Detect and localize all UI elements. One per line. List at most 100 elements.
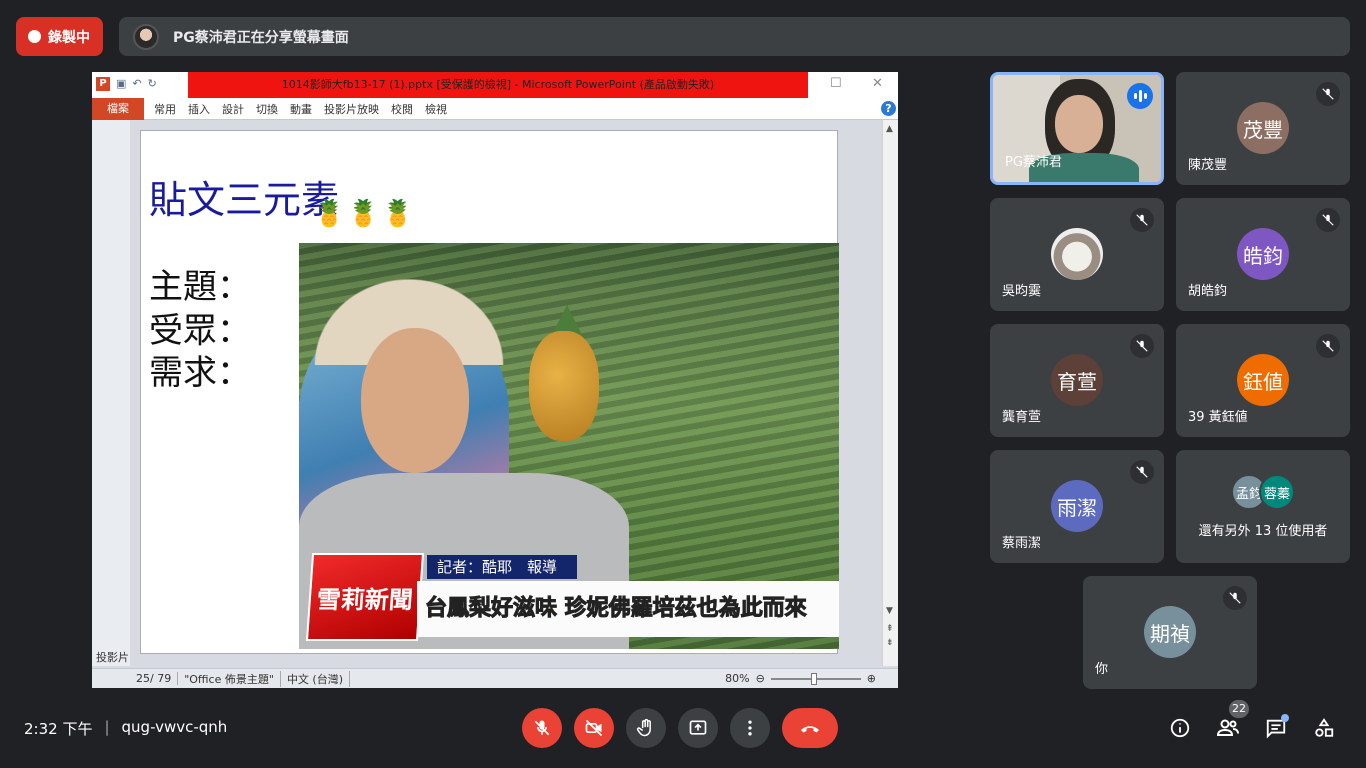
avatar: 皓鈞 [1237, 228, 1289, 280]
screen-share-banner: PG蔡沛君正在分享螢幕畫面 [119, 17, 1350, 56]
redo-icon: ↻ [147, 77, 157, 90]
quick-access-toolbar: P ▣ ↶ ↻ [96, 77, 157, 91]
meeting-info: 2:32 下午 | qug-vwvc-qnh [24, 718, 227, 739]
slide-counter: 25/ 79 [130, 672, 179, 685]
raise-hand-icon [636, 718, 651, 737]
record-dot-icon [28, 30, 41, 43]
pineapple-icons: 🍍🍍🍍 [313, 199, 417, 229]
close-icon: ✕ [872, 76, 883, 91]
participant-tile[interactable]: 鈺値 39 黃鈺値 [1176, 324, 1350, 437]
mic-off-icon [1130, 334, 1154, 358]
slide-scrollbar: ▲ ▼ ⇞ ⇟ [882, 120, 898, 666]
people-icon [1216, 719, 1239, 736]
avatar: 蓉蓁 [1259, 474, 1295, 510]
slide-canvas: 貼文三元素 🍍🍍🍍 主題： 受眾： 需求： 雪莉新聞 記者：酷耶 報導 台鳳梨好… [140, 130, 839, 654]
camera-toggle-button[interactable] [574, 708, 614, 748]
avatar: 雨潔 [1051, 480, 1103, 532]
recording-badge[interactable]: 錄製中 [16, 17, 103, 56]
powerpoint-logo-icon: P [96, 77, 110, 91]
participant-name: 吳昀霙 [1002, 284, 1042, 299]
speaking-indicator-icon [1127, 83, 1153, 109]
participant-tile[interactable]: 吳昀霙 [990, 198, 1164, 311]
info-icon [1170, 718, 1190, 738]
tab-file: 檔案 [92, 97, 144, 120]
present-button[interactable] [678, 708, 718, 748]
zoom-slider [770, 672, 861, 685]
slide-title: 貼文三元素 [149, 178, 340, 222]
more-vert-icon [748, 720, 752, 736]
call-end-icon [801, 726, 819, 733]
share-banner-text: PG蔡沛君正在分享螢幕畫面 [173, 29, 349, 46]
avatar: 期禎 [1144, 606, 1196, 658]
zoom-level: 80% [725, 672, 750, 685]
participant-name: 龔育萱 [1002, 410, 1042, 425]
avatar: 育萱 [1051, 354, 1103, 406]
tab-insert: 插入 [188, 102, 210, 116]
slide-photo: 雪莉新聞 記者：酷耶 報導 台鳳梨好滋味 珍妮佛羅培茲也為此而來 [299, 243, 839, 649]
self-tile[interactable]: 期禎 你 [1083, 576, 1257, 689]
mic-toggle-button[interactable] [522, 708, 562, 748]
participant-tile-presenter[interactable]: PG蔡沛君 [990, 72, 1164, 185]
camera-off-icon [585, 719, 603, 737]
language: 中文 (台灣) [281, 670, 351, 687]
present-icon [689, 720, 707, 735]
divider: | [104, 718, 110, 736]
meeting-details-button[interactable] [1164, 712, 1196, 744]
slides-panel-label: 投影片 [96, 651, 129, 664]
slides-panel [92, 120, 130, 666]
participant-tile[interactable]: 雨潔 蔡雨潔 [990, 450, 1164, 563]
participant-name: PG蔡沛君 [1005, 155, 1062, 170]
avatar: 茂豐 [1237, 102, 1289, 154]
tab-home: 常用 [154, 102, 176, 116]
participant-tile[interactable]: 皓鈞 胡皓鈞 [1176, 198, 1350, 311]
participant-name: 陳茂豐 [1188, 158, 1228, 173]
others-label: 還有另外 13 位使用者 [1198, 524, 1328, 539]
tab-animations: 動畫 [290, 102, 312, 116]
slide-bullet-need: 需求： [149, 353, 251, 393]
news-logo: 雪莉新聞 [305, 553, 425, 641]
participant-name: 39 黃鈺値 [1188, 410, 1248, 425]
slide-bullet-topic: 主題： [149, 267, 251, 307]
participant-count-badge: 22 [1229, 700, 1249, 718]
scroll-up-icon: ▲ [886, 124, 893, 134]
shared-screen: P ▣ ↶ ↻ 1014影師大fb13-17 (1).pptx [受保護的檢視]… [92, 72, 898, 688]
tab-review: 校閱 [391, 102, 413, 116]
clock-time: 2:32 下午 [24, 720, 93, 738]
participant-name: 胡皓鈞 [1188, 284, 1228, 299]
recording-label: 錄製中 [48, 29, 90, 46]
raise-hand-button[interactable] [626, 708, 666, 748]
tab-slideshow: 投影片放映 [324, 102, 379, 116]
powerpoint-ribbon: 檔案 常用 插入 設計 切換 動畫 投影片放映 校閱 檢視 ? [92, 97, 898, 120]
next-slide-icon: ⇟ [886, 638, 894, 648]
avatar [1051, 228, 1103, 280]
more-options-button[interactable] [730, 708, 770, 748]
save-icon: ▣ [116, 77, 127, 90]
activities-icon [1315, 718, 1334, 737]
tab-transitions: 切換 [256, 102, 278, 116]
zoom-out-icon: ⊖ [755, 672, 765, 685]
tab-view: 檢視 [425, 102, 447, 116]
prev-slide-icon: ⇞ [886, 624, 894, 634]
mic-off-icon [1316, 208, 1340, 232]
avatar: 鈺値 [1237, 354, 1289, 406]
activities-button[interactable] [1308, 712, 1340, 744]
zoom-control: 80% ⊖ ⊕ [725, 672, 876, 685]
participant-tile[interactable]: 育萱 龔育萱 [990, 324, 1164, 437]
powerpoint-window-title: 1014影師大fb13-17 (1).pptx [受保護的檢視] - Micro… [188, 72, 808, 98]
participant-tile[interactable]: 茂豐 陳茂豐 [1176, 72, 1350, 185]
others-avatars: 孟鈞 蓉蓁 [1176, 474, 1350, 510]
tab-design: 設計 [222, 102, 244, 116]
leave-call-button[interactable] [782, 708, 838, 748]
scroll-down-icon: ▼ [886, 606, 893, 616]
maximize-icon: ☐ [830, 76, 842, 91]
others-tile[interactable]: 孟鈞 蓉蓁 還有另外 13 位使用者 [1176, 450, 1350, 563]
presenter-avatar [133, 23, 159, 50]
powerpoint-statusbar: 25/ 79 "Office 佈景主題" 中文 (台灣) 80% ⊖ ⊕ [92, 668, 898, 688]
participant-name: 你 [1095, 662, 1109, 677]
mic-off-icon [534, 720, 550, 736]
powerpoint-titlebar: P ▣ ↶ ↻ 1014影師大fb13-17 (1).pptx [受保護的檢視]… [92, 72, 898, 98]
participant-name: 蔡雨潔 [1002, 536, 1042, 551]
mic-off-icon [1316, 334, 1340, 358]
news-reporter-caption: 記者：酷耶 報導 [427, 555, 577, 579]
mic-off-icon [1316, 82, 1340, 106]
